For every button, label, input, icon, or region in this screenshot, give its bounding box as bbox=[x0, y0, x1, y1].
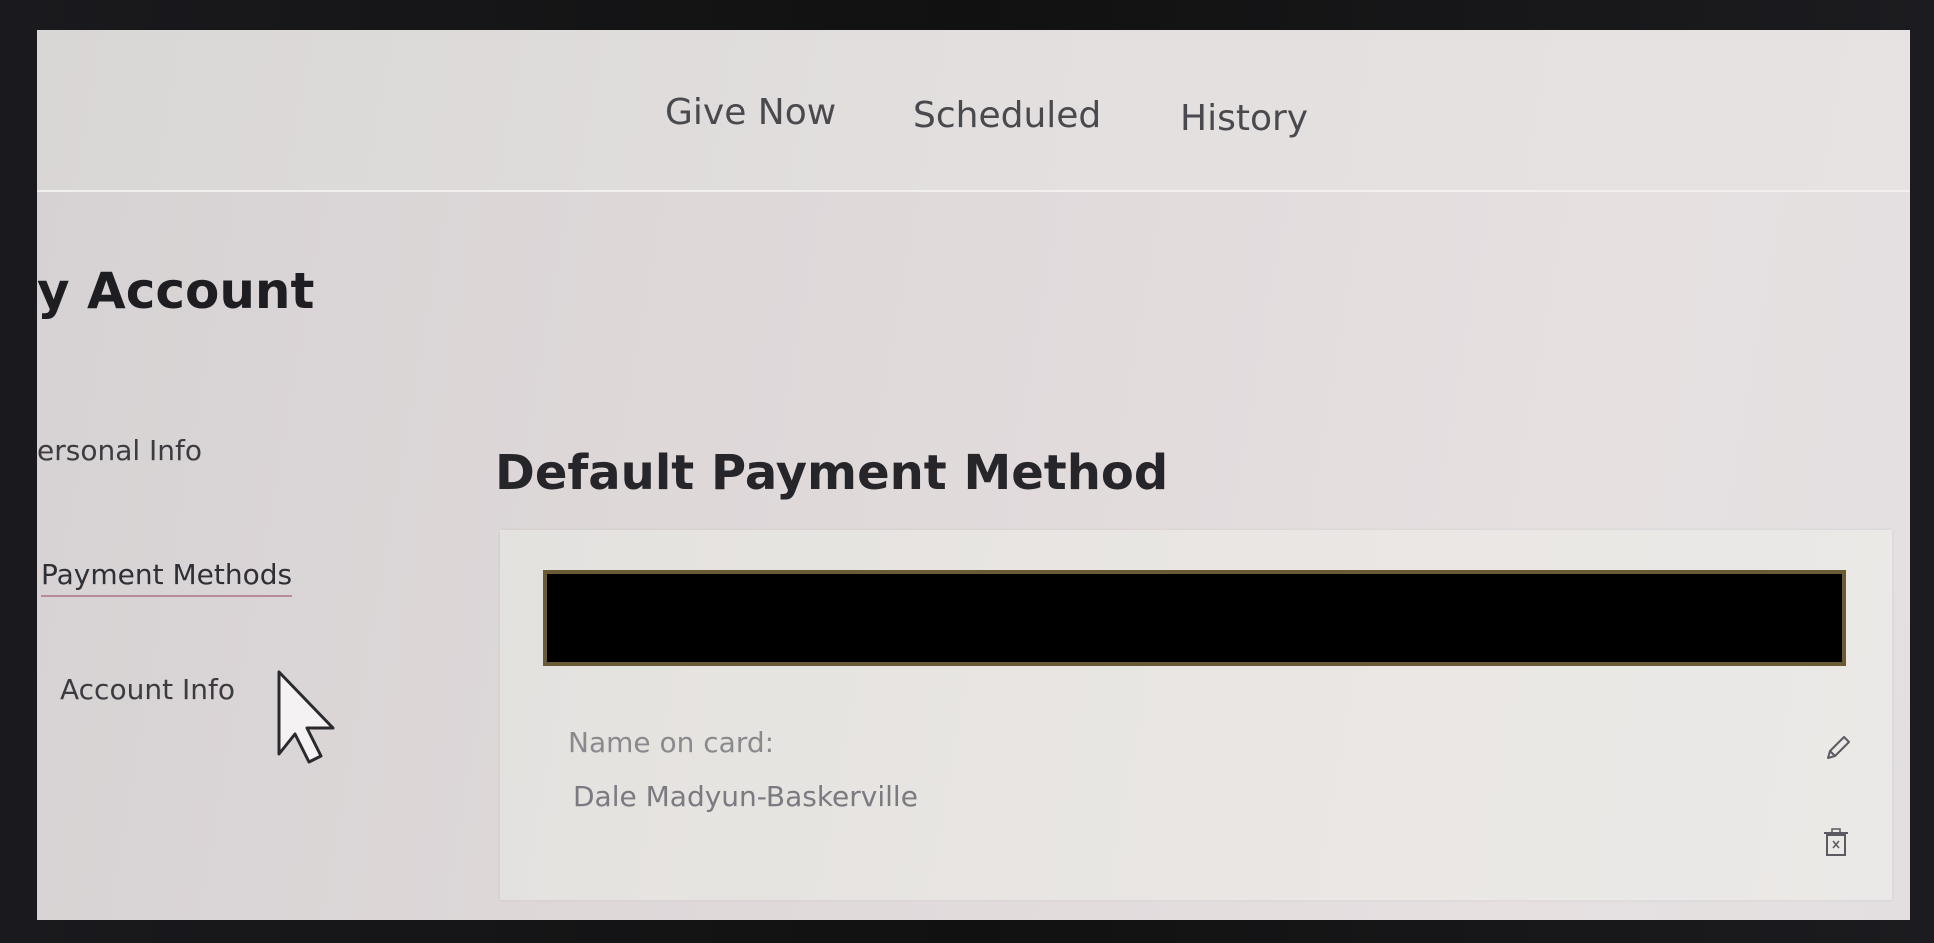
redacted-card-number bbox=[543, 570, 1846, 666]
payment-method-card: Name on card: Dale Madyun-Baskerville bbox=[500, 530, 1892, 900]
page-title: y Account bbox=[37, 262, 315, 320]
sidebar-item-account-info[interactable]: Account Info bbox=[60, 673, 235, 706]
section-title: Default Payment Method bbox=[495, 445, 1169, 501]
pencil-icon[interactable] bbox=[1820, 730, 1856, 766]
sidebar-item-payment-methods[interactable]: Payment Methods bbox=[41, 558, 293, 597]
sidebar-item-personal-info[interactable]: ersonal Info bbox=[37, 434, 202, 467]
photo-frame: Give Now Scheduled History y Account ers… bbox=[0, 0, 1934, 943]
trash-icon[interactable] bbox=[1818, 825, 1854, 861]
mouse-pointer-icon bbox=[245, 670, 345, 794]
top-nav-bar: Give Now Scheduled History bbox=[37, 30, 1910, 192]
name-on-card-value: Dale Madyun-Baskerville bbox=[573, 780, 918, 813]
name-on-card-label: Name on card: bbox=[568, 726, 775, 759]
tab-history[interactable]: History bbox=[1180, 98, 1308, 139]
tab-give-now[interactable]: Give Now bbox=[665, 92, 836, 133]
tab-scheduled[interactable]: Scheduled bbox=[913, 95, 1101, 136]
